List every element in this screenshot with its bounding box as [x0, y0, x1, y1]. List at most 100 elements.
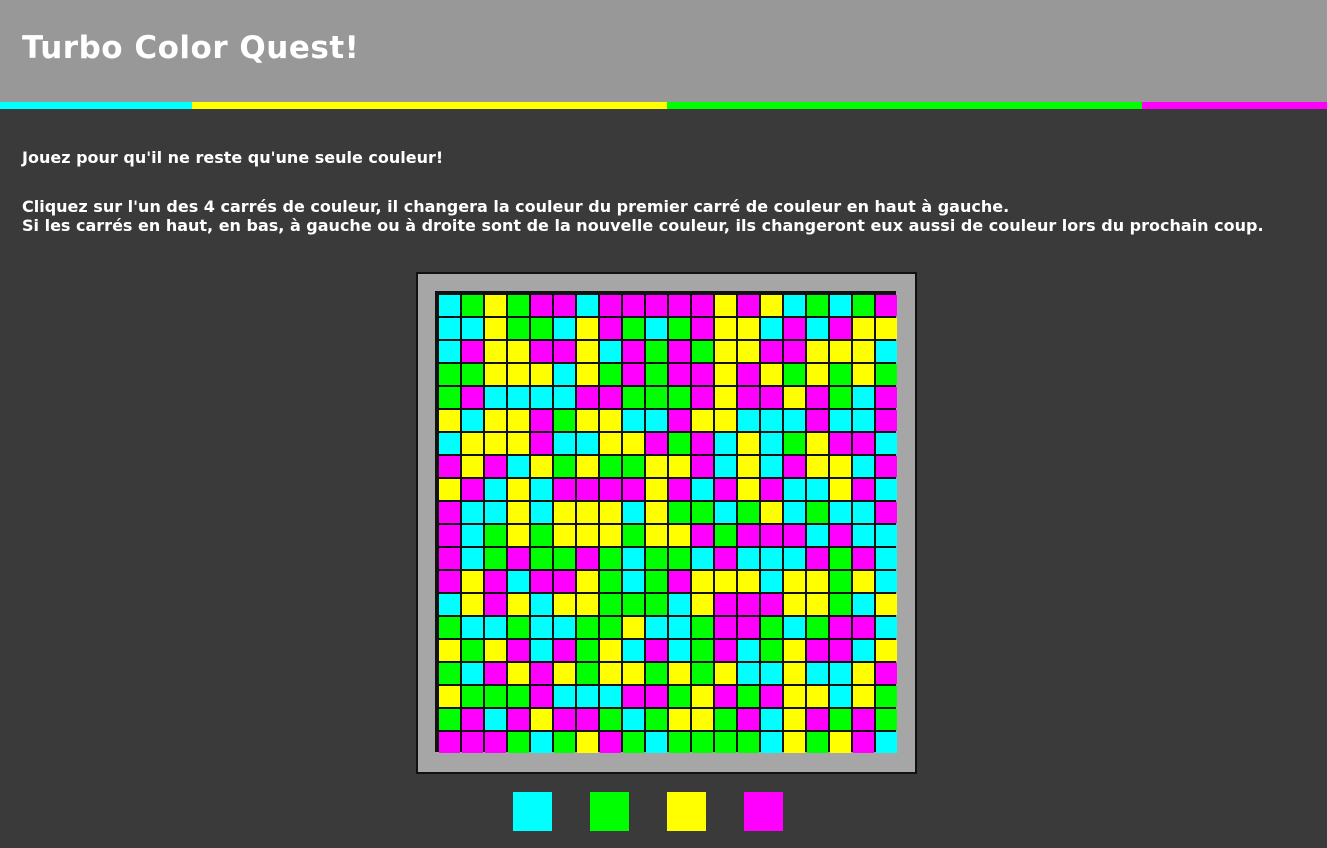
board-cell [715, 387, 736, 408]
board-cell [830, 456, 851, 477]
board-cell [715, 732, 736, 753]
board-cell [554, 525, 575, 546]
board-cell [531, 617, 552, 638]
board-cell [462, 732, 483, 753]
board-cell [554, 709, 575, 730]
board-cell [462, 410, 483, 431]
board-cell [784, 341, 805, 362]
board-cell [807, 663, 828, 684]
board-cell [876, 433, 897, 454]
board-cell [715, 295, 736, 316]
stripe-segment [667, 102, 1142, 109]
board-cell [692, 433, 713, 454]
board-cell [784, 502, 805, 523]
board-cell [715, 502, 736, 523]
board-cell [462, 525, 483, 546]
board-cell [508, 663, 529, 684]
board-cell [761, 663, 782, 684]
board-cell [669, 732, 690, 753]
board-cell [485, 640, 506, 661]
board-cell [715, 709, 736, 730]
board-cell [715, 410, 736, 431]
board-cell [761, 479, 782, 500]
board-cell [807, 318, 828, 339]
board-cell [784, 364, 805, 385]
board-cell [554, 686, 575, 707]
board-cell [692, 548, 713, 569]
board-cell [623, 686, 644, 707]
board-cell [715, 686, 736, 707]
board-cell [485, 295, 506, 316]
board-cell [738, 387, 759, 408]
color-button-green[interactable] [590, 792, 629, 831]
board-cell [692, 479, 713, 500]
board-cell [485, 318, 506, 339]
board-cell [508, 709, 529, 730]
board-cell [853, 548, 874, 569]
board-cell [462, 295, 483, 316]
board-cell [807, 525, 828, 546]
board-cell [646, 594, 667, 615]
board-cell [439, 732, 460, 753]
board-cell [554, 479, 575, 500]
board-cell [600, 364, 621, 385]
board-cell [807, 479, 828, 500]
board-cell [692, 410, 713, 431]
board-cell [830, 479, 851, 500]
board-cell [531, 295, 552, 316]
board-cell [853, 479, 874, 500]
board-cell [600, 502, 621, 523]
board-cell [508, 732, 529, 753]
board-cell [508, 318, 529, 339]
board-cell [485, 571, 506, 592]
board-cell [462, 433, 483, 454]
board-cell [715, 456, 736, 477]
board-cell [830, 525, 851, 546]
board-cell [876, 318, 897, 339]
color-button-magenta[interactable] [744, 792, 783, 831]
board-cell [738, 318, 759, 339]
board-cell [600, 548, 621, 569]
board-cell [439, 295, 460, 316]
board-cell [531, 663, 552, 684]
board-cell [761, 686, 782, 707]
board-cell [715, 640, 736, 661]
board-cell [784, 479, 805, 500]
board-cell [554, 502, 575, 523]
board-cell [784, 663, 805, 684]
color-button-cyan[interactable] [513, 792, 552, 831]
board-cell [531, 709, 552, 730]
board-cell [646, 502, 667, 523]
board-cell [485, 387, 506, 408]
board-cell [853, 295, 874, 316]
board-cell [853, 318, 874, 339]
page-title: Turbo Color Quest! [22, 30, 360, 66]
board-cell [761, 571, 782, 592]
color-button-yellow[interactable] [667, 792, 706, 831]
board-cell [876, 640, 897, 661]
board-cell [646, 525, 667, 546]
board-cell [784, 295, 805, 316]
board-cell [508, 571, 529, 592]
board-cell [830, 295, 851, 316]
board-cell [669, 387, 690, 408]
board-cell [784, 732, 805, 753]
board-cell [784, 709, 805, 730]
board-cell [646, 617, 667, 638]
board-cell [577, 686, 598, 707]
board-cell [876, 686, 897, 707]
board-cell [577, 433, 598, 454]
board-cell [646, 663, 667, 684]
board-cell [508, 410, 529, 431]
board-cell [439, 479, 460, 500]
board-cell [853, 456, 874, 477]
board-cell [853, 663, 874, 684]
board-cell [531, 318, 552, 339]
board-cell [623, 433, 644, 454]
board-cell [439, 502, 460, 523]
board-cell [462, 479, 483, 500]
board-cell [853, 709, 874, 730]
board-cell [600, 479, 621, 500]
board-cell [531, 548, 552, 569]
board-cell [761, 548, 782, 569]
